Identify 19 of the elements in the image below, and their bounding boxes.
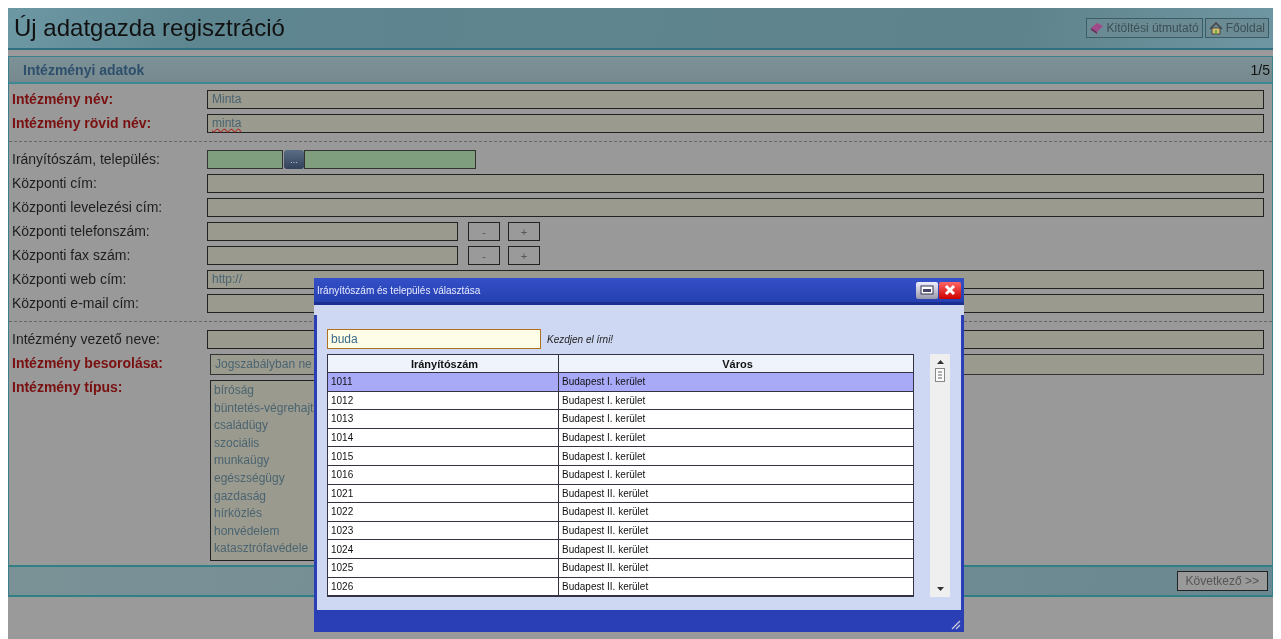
- field-label: Intézmény vezető neve:: [11, 330, 161, 349]
- dialog-title: Irányítószám és település választása: [317, 284, 481, 296]
- field-label: Intézmény besorolása:: [11, 354, 164, 373]
- field-label: Intézmény rövid név:: [11, 114, 153, 133]
- field-label: Intézmény típus:: [11, 378, 124, 397]
- step-counter: 1/5: [1250, 61, 1270, 78]
- column-header: Irányítószám: [328, 355, 559, 372]
- field-label: Központi cím:: [11, 174, 98, 193]
- page-title: Új adatgazda regisztráció: [13, 14, 285, 42]
- hint-text: Kezdjen el írni!: [547, 333, 614, 345]
- field-label: Irányítószám, település:: [11, 150, 161, 169]
- field-label: Központi levelezési cím:: [11, 198, 164, 217]
- field-label: Központi web cím:: [11, 270, 128, 289]
- field-label: Központi fax szám:: [11, 246, 132, 265]
- field-label: Intézmény név:: [11, 90, 115, 109]
- column-header: Város: [721, 356, 754, 372]
- field-label: Központi e-mail cím:: [11, 294, 140, 313]
- section-title: Intézményi adatok: [23, 61, 145, 78]
- field-label: Központi telefonszám:: [11, 222, 151, 241]
